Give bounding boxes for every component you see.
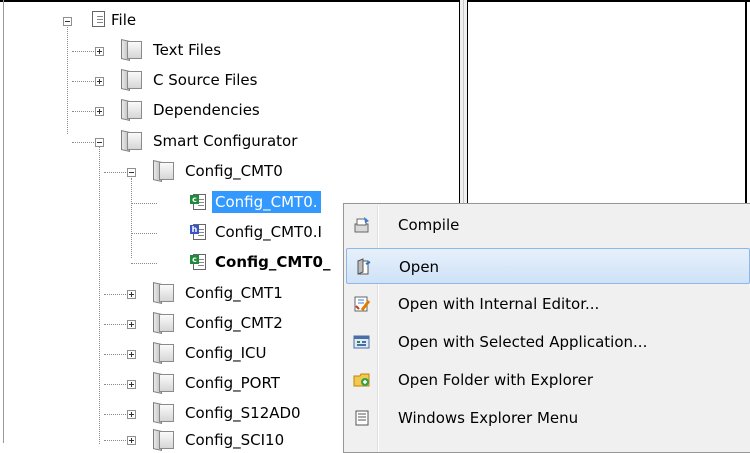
tree-item-smart-configurator[interactable]: Smart Configurator bbox=[150, 130, 300, 152]
tree-item-c-source-files[interactable]: C Source Files bbox=[150, 69, 260, 91]
folder-icon bbox=[153, 372, 175, 394]
tree-line bbox=[104, 294, 126, 295]
menu-item-open[interactable]: Open bbox=[346, 248, 750, 284]
tree-item-config-cmt0-user[interactable]: Config_CMT0_ bbox=[212, 251, 333, 273]
tree-item-config-cmt0[interactable]: Config_CMT0 bbox=[182, 160, 286, 182]
internal-editor-icon bbox=[354, 296, 371, 312]
collapse-toggle[interactable] bbox=[63, 17, 72, 26]
folder-icon bbox=[121, 39, 143, 61]
folder-explorer-icon bbox=[353, 373, 370, 387]
tree-item-dependencies[interactable]: Dependencies bbox=[150, 99, 263, 121]
collapse-toggle[interactable] bbox=[95, 138, 104, 147]
tree-line bbox=[104, 354, 126, 355]
expand-toggle[interactable] bbox=[127, 436, 136, 445]
menu-item-windows-explorer-menu[interactable]: Windows Explorer Menu bbox=[346, 400, 750, 436]
header-file-icon: h bbox=[190, 223, 208, 241]
collapse-toggle[interactable] bbox=[127, 168, 136, 177]
expand-toggle[interactable] bbox=[127, 290, 136, 299]
tree-line bbox=[104, 414, 126, 415]
file-root-icon bbox=[89, 10, 107, 28]
tree-item-config-s12ad0[interactable]: Config_S12AD0 bbox=[182, 402, 304, 424]
menu-item-label: Compile bbox=[398, 216, 460, 234]
expand-toggle[interactable] bbox=[95, 47, 104, 56]
expand-toggle[interactable] bbox=[95, 107, 104, 116]
tree-item-config-cmt2[interactable]: Config_CMT2 bbox=[182, 312, 286, 334]
folder-icon bbox=[153, 402, 175, 424]
explorer-menu-icon bbox=[355, 410, 369, 426]
menu-item-open-internal-editor[interactable]: Open with Internal Editor... bbox=[346, 286, 750, 322]
tree-line bbox=[104, 440, 126, 441]
menu-item-open-folder-explorer[interactable]: Open Folder with Explorer bbox=[346, 362, 750, 398]
menu-item-compile[interactable]: Compile bbox=[346, 207, 750, 243]
tree-item-config-icu[interactable]: Config_ICU bbox=[182, 342, 270, 364]
folder-icon bbox=[153, 429, 175, 451]
c-source-file-icon: c bbox=[190, 193, 208, 211]
tree-item-config-cmt1[interactable]: Config_CMT1 bbox=[182, 282, 286, 304]
tree-line bbox=[72, 51, 94, 52]
expand-toggle[interactable] bbox=[95, 77, 104, 86]
tree-line bbox=[104, 324, 126, 325]
tree-item-config-sci10[interactable]: Config_SCI10 bbox=[182, 429, 287, 451]
tree-line bbox=[131, 203, 157, 204]
tree-item-text-files[interactable]: Text Files bbox=[150, 39, 224, 61]
context-menu: Compile Open Open with Internal Editor..… bbox=[343, 203, 750, 453]
folder-icon bbox=[153, 282, 175, 304]
menu-item-label: Open bbox=[399, 258, 440, 276]
tree-item-config-port[interactable]: Config_PORT bbox=[182, 372, 283, 394]
expand-toggle[interactable] bbox=[127, 320, 136, 329]
folder-icon bbox=[153, 342, 175, 364]
tree-item-file[interactable]: File bbox=[108, 9, 139, 31]
tree-line bbox=[72, 81, 94, 82]
selected-application-icon bbox=[353, 335, 370, 349]
folder-icon bbox=[121, 69, 143, 91]
tree-line bbox=[67, 20, 68, 134]
c-source-file-icon: c bbox=[190, 253, 208, 271]
tree-line bbox=[104, 172, 126, 173]
tree-line bbox=[72, 142, 94, 143]
menu-item-label: Windows Explorer Menu bbox=[398, 409, 579, 427]
tree-line bbox=[131, 178, 132, 258]
folder-open-icon bbox=[121, 130, 143, 152]
tree-line bbox=[72, 111, 94, 112]
menu-item-label: Open with Internal Editor... bbox=[398, 295, 600, 313]
folder-open-icon bbox=[153, 160, 175, 182]
expand-toggle[interactable] bbox=[127, 410, 136, 419]
menu-item-label: Open Folder with Explorer bbox=[398, 371, 593, 389]
menu-item-open-selected-application[interactable]: Open with Selected Application... bbox=[346, 324, 750, 360]
tree-line bbox=[131, 263, 157, 264]
menu-item-label: Open with Selected Application... bbox=[398, 333, 648, 351]
compile-icon bbox=[354, 217, 369, 233]
expand-toggle[interactable] bbox=[127, 350, 136, 359]
expand-toggle[interactable] bbox=[127, 380, 136, 389]
tree-line bbox=[131, 233, 157, 234]
tree-line bbox=[104, 384, 126, 385]
folder-icon bbox=[153, 312, 175, 334]
tree-item-config-cmt0-c-selected[interactable]: Config_CMT0. bbox=[212, 191, 321, 213]
tree-item-config-cmt0-h[interactable]: Config_CMT0.I bbox=[212, 221, 325, 243]
tree-line bbox=[99, 146, 100, 444]
folder-icon bbox=[121, 99, 143, 121]
open-icon bbox=[357, 258, 371, 275]
